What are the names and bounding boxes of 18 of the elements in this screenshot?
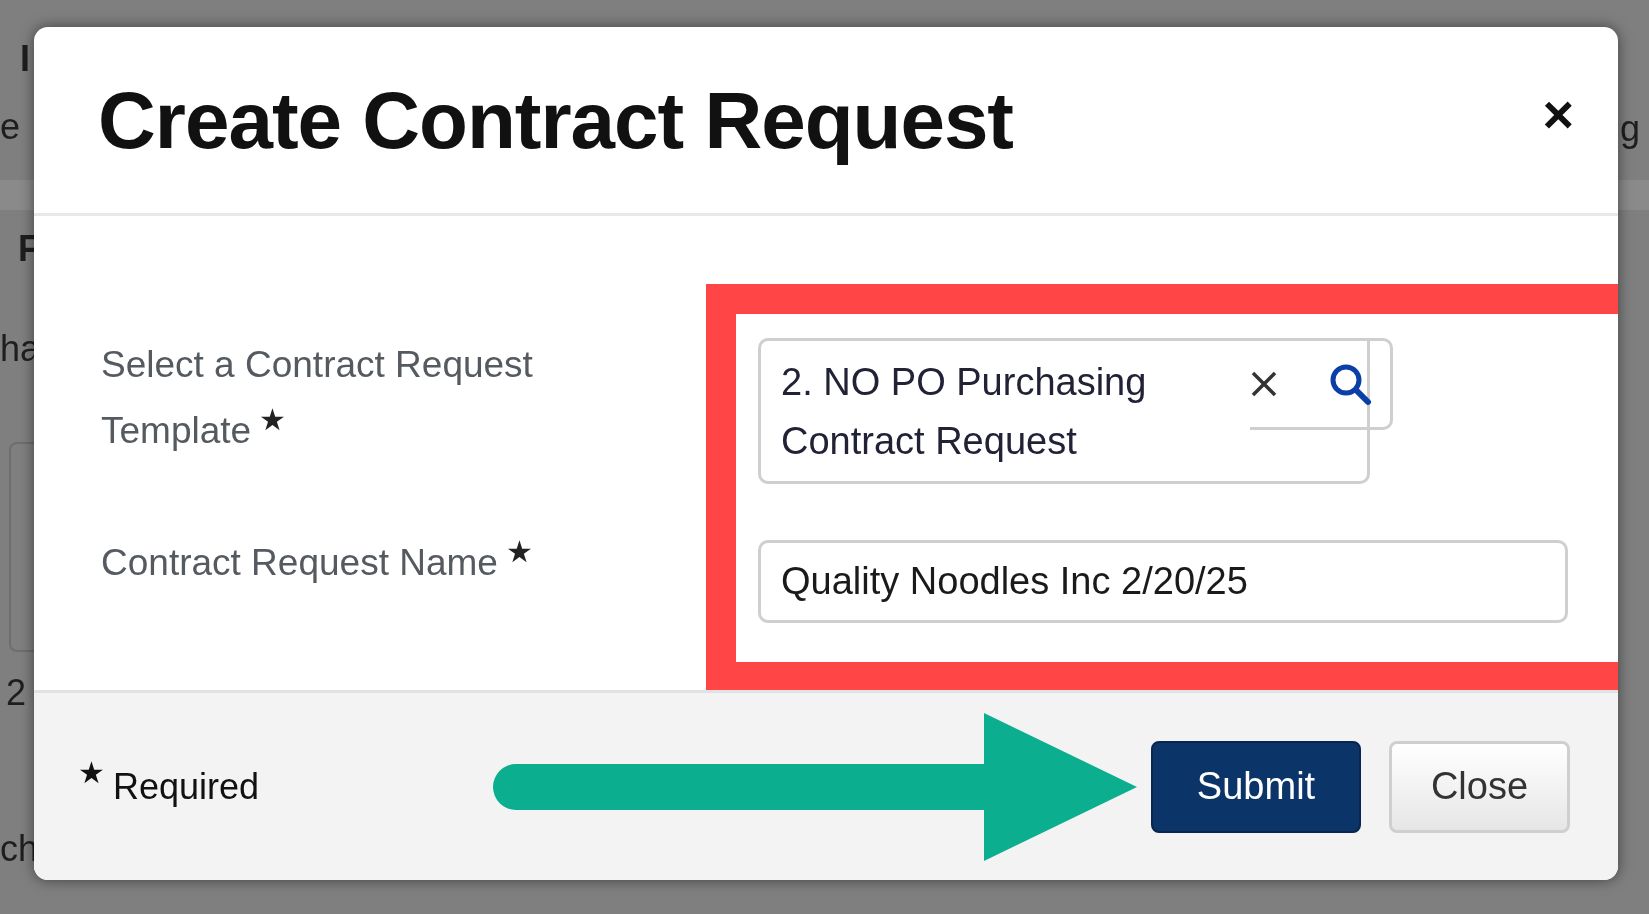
heading-fragment: I xyxy=(20,37,30,81)
close-button[interactable]: Close xyxy=(1389,740,1570,833)
required-mark: ★ xyxy=(259,403,287,437)
close-button[interactable]: × xyxy=(1538,87,1578,141)
required-mark: ★ xyxy=(505,535,533,569)
field-label: Contract Request Name $^{★}$ xyxy=(101,534,534,586)
submit-button[interactable]: Submit xyxy=(1151,740,1361,833)
text-field[interactable]: Quality Noodles Inc 2/20/25 xyxy=(758,539,1568,624)
text-fragment: g xyxy=(1620,107,1641,151)
lookup-field[interactable]: 2. NO PO Purchasing Contract Request xyxy=(758,338,1370,484)
field-label: Select a Contract Request Template $^{★}$ xyxy=(101,343,534,454)
text-fragment: 2 xyxy=(6,671,27,715)
required-legend: Required xyxy=(113,759,260,814)
modal-title: Create Contract Request xyxy=(98,79,1013,163)
search-icon[interactable] xyxy=(1328,362,1372,406)
required-mark: ★ xyxy=(78,754,105,791)
text-fragment: e xyxy=(0,105,21,149)
clear-icon[interactable] xyxy=(1250,370,1278,398)
